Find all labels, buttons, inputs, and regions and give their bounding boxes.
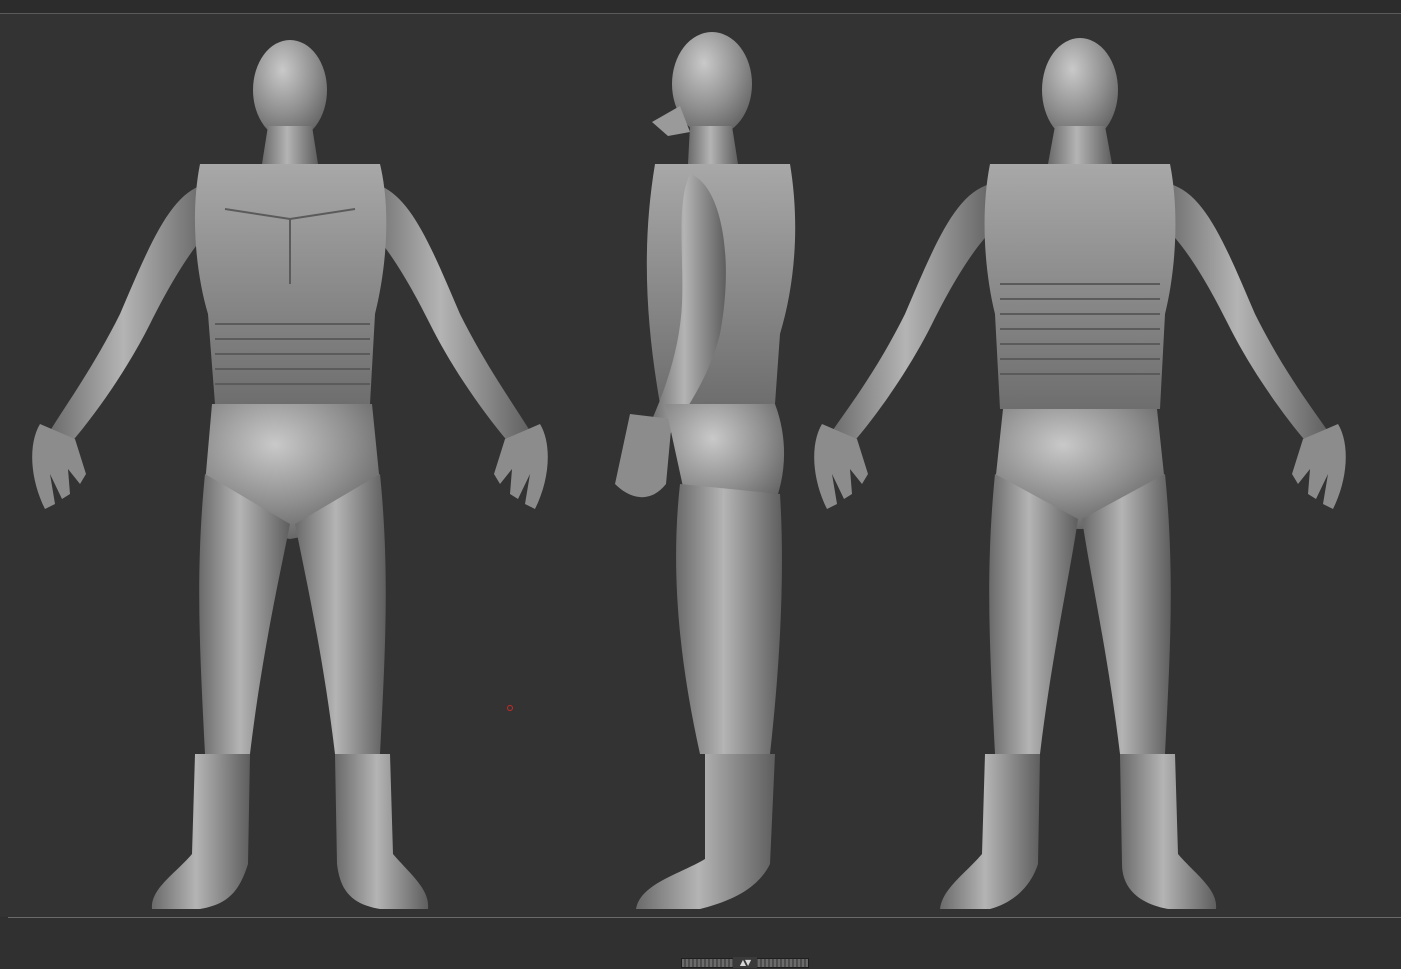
back-view	[814, 38, 1346, 909]
back-neck	[1048, 126, 1112, 164]
side-leg	[676, 484, 782, 754]
turnaround-render	[32, 32, 1346, 909]
back-left-hand	[814, 424, 868, 509]
front-left-boot	[151, 754, 250, 909]
front-right-hand	[494, 424, 548, 509]
side-hand	[615, 414, 672, 498]
front-left-hand	[32, 424, 86, 509]
back-vest	[984, 164, 1176, 409]
back-right-boot	[1120, 754, 1217, 909]
back-left-leg	[989, 474, 1078, 754]
front-left-arm	[48, 184, 215, 444]
front-view	[32, 40, 548, 909]
side-boot	[636, 754, 775, 909]
front-right-leg	[295, 474, 386, 754]
sculpt-viewport-canvas[interactable]	[0, 14, 1401, 917]
brush-cursor-icon	[507, 705, 513, 711]
top-toolbar-strip	[0, 0, 1401, 14]
front-right-boot	[335, 754, 429, 909]
front-head	[253, 40, 327, 140]
side-neck	[688, 126, 738, 164]
back-right-arm	[1162, 184, 1330, 444]
back-right-leg	[1082, 474, 1171, 754]
front-left-leg	[199, 474, 290, 754]
front-neck	[262, 126, 318, 164]
back-left-arm	[830, 184, 998, 444]
up-down-arrows-icon[interactable]: ▲▼	[733, 957, 757, 968]
side-view	[615, 32, 796, 909]
back-right-hand	[1292, 424, 1346, 509]
sculpt-app-window: ▲▼	[0, 0, 1401, 969]
front-right-arm	[365, 184, 532, 444]
back-left-boot	[940, 754, 1040, 909]
